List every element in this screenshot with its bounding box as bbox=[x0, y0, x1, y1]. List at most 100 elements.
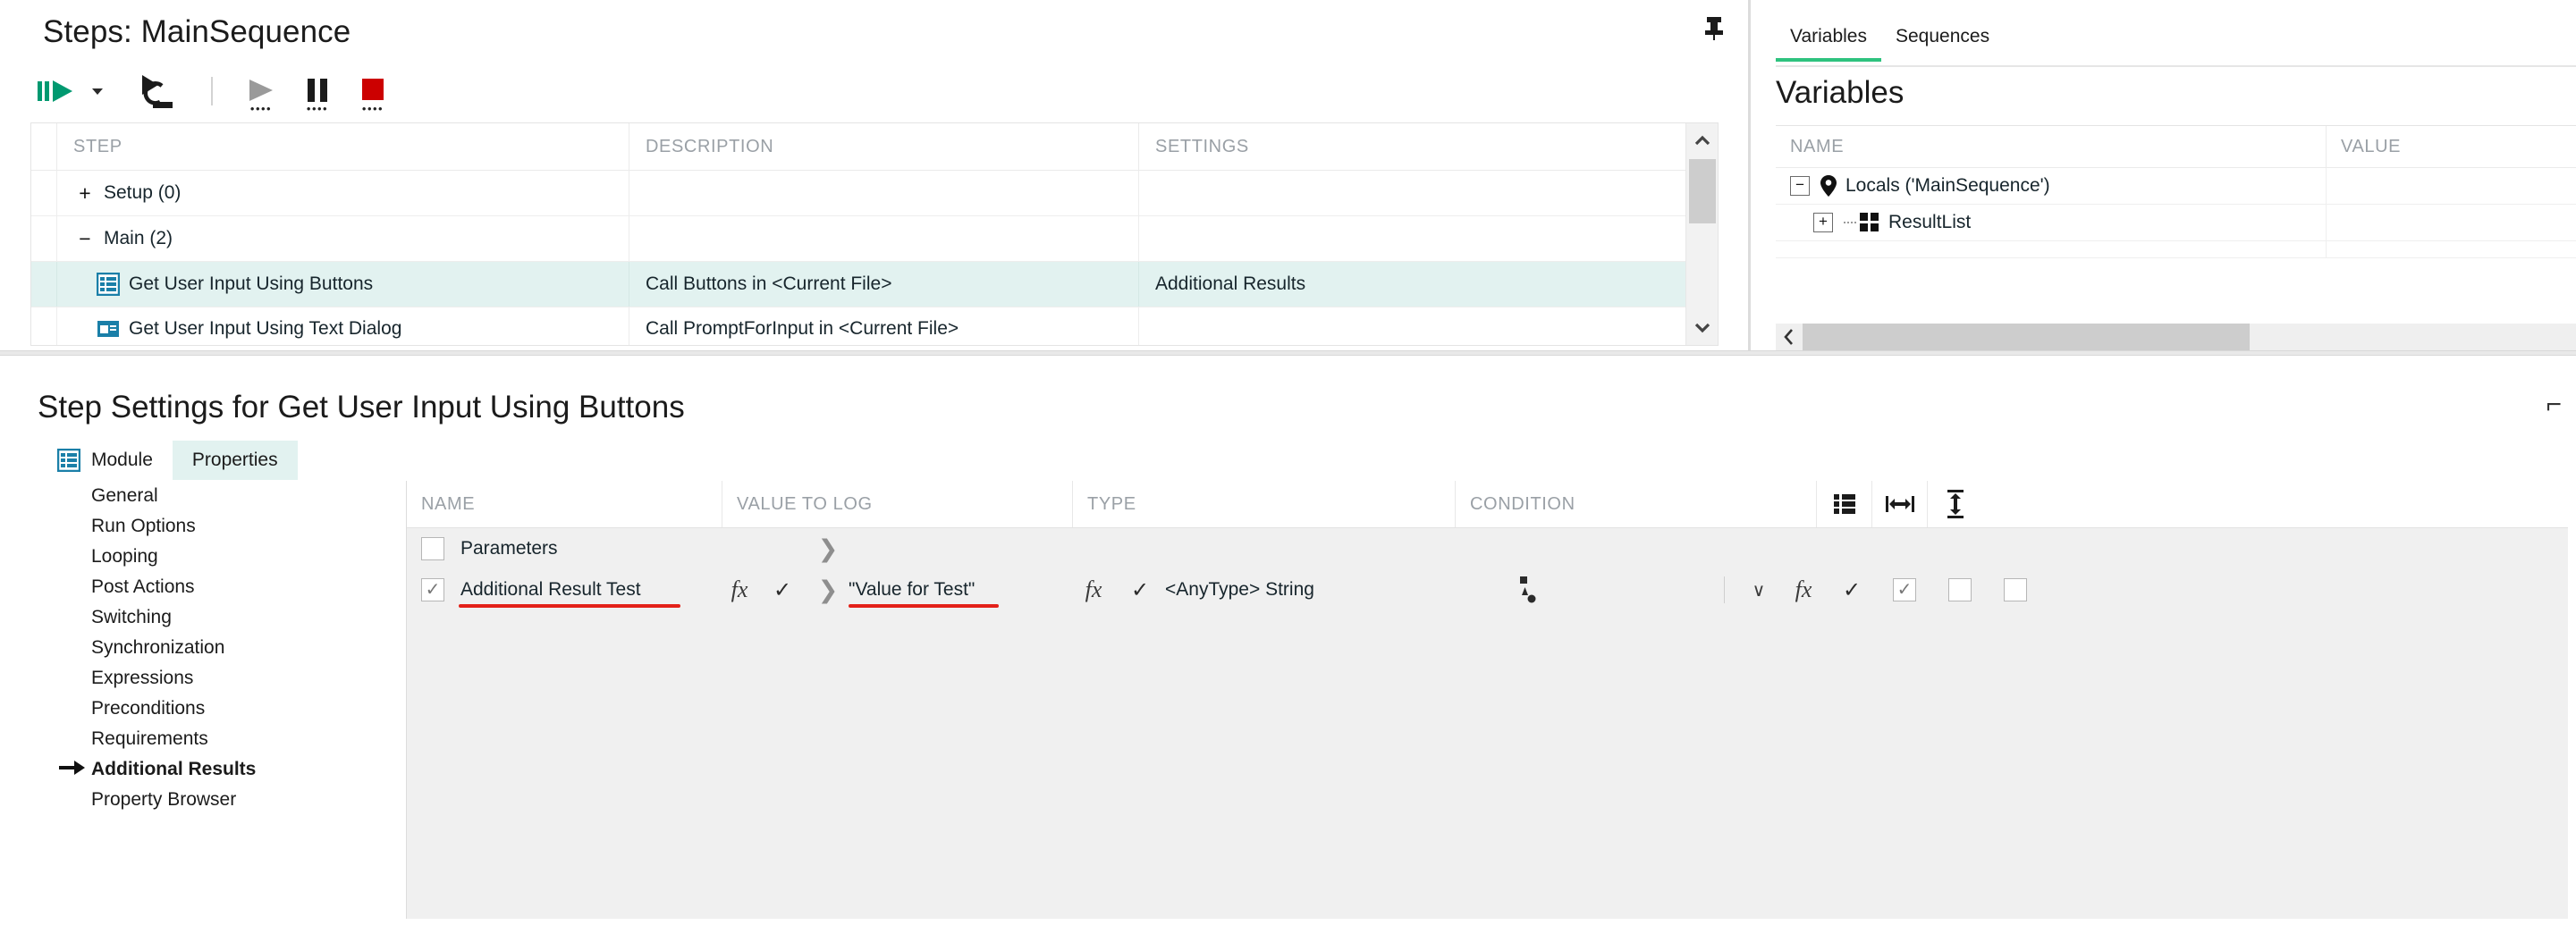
column-header-name[interactable]: NAME bbox=[407, 481, 722, 527]
column-header-step[interactable]: STEP bbox=[56, 123, 629, 170]
category-item-additional-results[interactable]: Additional Results bbox=[38, 754, 404, 785]
chevron-right-icon: ❯ bbox=[817, 534, 839, 562]
break-button[interactable]: •••• bbox=[290, 70, 345, 114]
fx-icon: fx bbox=[1085, 576, 1102, 602]
column-header-name[interactable]: NAME bbox=[1776, 126, 2326, 167]
collapse-icon[interactable]: ⌐ bbox=[2546, 390, 2562, 420]
row-gutter bbox=[31, 216, 56, 261]
scroll-up-icon[interactable] bbox=[1686, 123, 1718, 157]
category-label: Run Options bbox=[91, 516, 196, 536]
step-into-button[interactable] bbox=[125, 70, 191, 113]
category-item-property-browser[interactable]: Property Browser bbox=[38, 785, 404, 815]
option-checkbox-1[interactable]: ✓ bbox=[1877, 569, 1932, 610]
additional-result-name-cell: ✓ Additional Result Test bbox=[407, 569, 722, 610]
type-expression-fx-button[interactable]: fx bbox=[1072, 569, 1115, 610]
category-item-looping[interactable]: Looping bbox=[38, 542, 404, 572]
tab-module[interactable]: Module bbox=[38, 440, 173, 481]
condition-expression-fx-button[interactable]: fx bbox=[1780, 569, 1827, 610]
step-settings-panel: Step Settings for Get User Input Using B… bbox=[0, 357, 2576, 925]
fit-width-icon[interactable] bbox=[1871, 481, 1927, 527]
table-row[interactable]: Get User Input Using Text Dialog Call Pr… bbox=[31, 307, 1718, 345]
table-row[interactable]: ✓ Parameters ❯ bbox=[407, 528, 2568, 569]
fit-height-icon[interactable] bbox=[1927, 481, 1982, 527]
shape-picker-icon bbox=[1519, 576, 1542, 604]
parameters-fx-slot bbox=[722, 528, 757, 569]
tree-row[interactable]: − Locals ('MainSequence') bbox=[1776, 168, 2576, 205]
scrollbar-thumb[interactable] bbox=[1689, 159, 1716, 223]
chevron-left-icon[interactable] bbox=[1776, 324, 1803, 350]
module-icon bbox=[57, 449, 80, 472]
option-checkbox-3[interactable]: ✓ bbox=[1988, 569, 2043, 610]
table-row-selected[interactable]: Get User Input Using Buttons Call Button… bbox=[31, 262, 1718, 307]
column-header-settings[interactable]: SETTINGS bbox=[1138, 123, 1657, 170]
tab-variables[interactable]: Variables bbox=[1776, 22, 1881, 62]
category-item-post-actions[interactable]: Post Actions bbox=[38, 572, 404, 602]
list-view-icon[interactable] bbox=[1816, 481, 1871, 527]
parameters-expand-button[interactable]: ❯ bbox=[807, 528, 849, 569]
category-item-general[interactable]: General bbox=[38, 481, 404, 511]
resume-overflow-dots: •••• bbox=[249, 102, 273, 115]
variable-value-cell[interactable] bbox=[2326, 205, 2576, 240]
option-checkbox-2[interactable]: ✓ bbox=[1932, 569, 1988, 610]
column-header-condition[interactable]: CONDITION bbox=[1455, 481, 1816, 527]
variable-value-cell[interactable] bbox=[2326, 168, 2576, 204]
tab-properties[interactable]: Properties bbox=[172, 441, 298, 480]
parameters-check-slot bbox=[757, 528, 807, 569]
type-cell[interactable]: <AnyType> String bbox=[1165, 569, 1460, 610]
name-expression-fx-button[interactable]: fx bbox=[722, 569, 757, 610]
type-valid-indicator: ✓ bbox=[1115, 569, 1165, 610]
step-cell: Get User Input Using Text Dialog bbox=[56, 307, 629, 345]
condition-dropdown-button[interactable]: ∨ bbox=[1737, 569, 1780, 610]
tree-collapse-toggle[interactable]: − bbox=[73, 227, 97, 250]
hscrollbar-thumb[interactable] bbox=[1803, 324, 2250, 350]
category-item-synchronization[interactable]: Synchronization bbox=[38, 633, 404, 663]
scroll-down-icon[interactable] bbox=[1686, 311, 1718, 345]
table-row[interactable]: + Setup (0) bbox=[31, 171, 1718, 216]
description-cell bbox=[629, 171, 1138, 215]
tab-module-label: Module bbox=[91, 450, 153, 470]
parameters-value-cell[interactable] bbox=[849, 528, 1072, 569]
step-label: Setup (0) bbox=[104, 182, 182, 203]
row-checkbox[interactable]: ✓ bbox=[421, 537, 444, 560]
category-item-preconditions[interactable]: Preconditions bbox=[38, 694, 404, 724]
column-header-description[interactable]: DESCRIPTION bbox=[629, 123, 1138, 170]
category-item-requirements[interactable]: Requirements bbox=[38, 724, 404, 754]
table-row[interactable]: ✓ Additional Result Test fx ✓ ❯ "Value f… bbox=[407, 569, 2568, 610]
category-label: Synchronization bbox=[91, 637, 225, 658]
tab-properties-label: Properties bbox=[191, 450, 278, 470]
value-to-log-cell[interactable]: "Value for Test" bbox=[849, 569, 1072, 610]
steps-vertical-scrollbar[interactable] bbox=[1685, 123, 1718, 345]
column-header-value[interactable]: VALUE bbox=[2326, 126, 2576, 167]
tree-row[interactable]: + ResultList bbox=[1776, 205, 2576, 241]
tree-expand-toggle[interactable]: + bbox=[1813, 213, 1833, 232]
parameters-name-cell: ✓ Parameters bbox=[407, 528, 722, 569]
toolbar-separator bbox=[211, 77, 213, 105]
variables-grid: NAME VALUE − Locals ('MainSequence') + R… bbox=[1776, 125, 2576, 324]
run-dropdown-button[interactable] bbox=[82, 70, 113, 113]
tree-collapse-toggle[interactable]: − bbox=[1790, 176, 1810, 196]
settings-category-list: General Run Options Looping Post Actions… bbox=[38, 481, 404, 919]
column-header-type[interactable]: TYPE bbox=[1072, 481, 1455, 527]
category-label: General bbox=[91, 485, 158, 506]
value-expand-button[interactable]: ❯ bbox=[807, 569, 849, 610]
horizontal-splitter[interactable] bbox=[0, 350, 2576, 356]
condition-shape-picker[interactable] bbox=[1460, 569, 1710, 610]
terminate-button[interactable]: •••• bbox=[345, 70, 401, 114]
table-row[interactable]: − Main (2) bbox=[31, 216, 1718, 262]
tab-sequences[interactable]: Sequences bbox=[1881, 22, 2004, 62]
row-checkbox-checked[interactable]: ✓ bbox=[421, 578, 444, 601]
category-item-expressions[interactable]: Expressions bbox=[38, 663, 404, 694]
category-item-run-options[interactable]: Run Options bbox=[38, 511, 404, 542]
variables-horizontal-scrollbar[interactable] bbox=[1776, 324, 2576, 350]
vertical-splitter[interactable] bbox=[1748, 0, 1751, 350]
column-header-value-to-log[interactable]: VALUE TO LOG bbox=[722, 481, 1072, 527]
step-cell: − Main (2) bbox=[56, 216, 629, 261]
settings-cell bbox=[1138, 307, 1657, 345]
run-sequence-button[interactable] bbox=[30, 70, 82, 113]
row-gutter bbox=[31, 307, 56, 345]
tree-expand-toggle[interactable]: + bbox=[73, 181, 97, 205]
category-item-switching[interactable]: Switching bbox=[38, 602, 404, 633]
resume-button[interactable]: •••• bbox=[232, 70, 290, 115]
pin-icon[interactable] bbox=[1699, 13, 1729, 43]
tree-row-partial[interactable] bbox=[1776, 241, 2576, 258]
